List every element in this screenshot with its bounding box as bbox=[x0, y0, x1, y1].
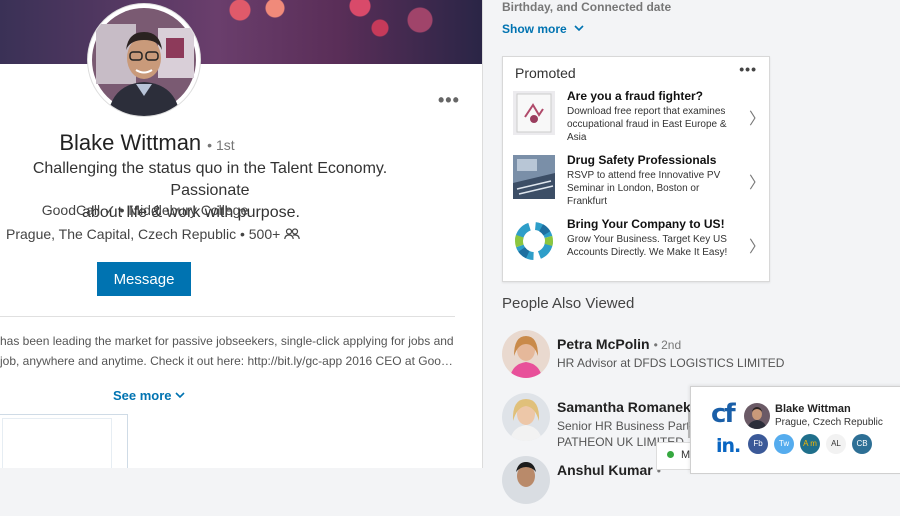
cover-image bbox=[0, 0, 482, 64]
more-actions-button[interactable]: ••• bbox=[438, 90, 460, 111]
people-also-viewed-title: People Also Viewed bbox=[502, 295, 635, 312]
promoted-title: Promoted bbox=[515, 65, 576, 81]
ad-body: Download free report that examines occup… bbox=[567, 106, 727, 143]
profile-company[interactable]: GoodCall ✓ • Middlebury College bbox=[0, 202, 290, 219]
messaging-label: M bbox=[681, 449, 691, 461]
ad-thumbnail-ring-logo bbox=[515, 222, 553, 260]
summary-line-2: job, anywhere and anytime. Check it out … bbox=[0, 354, 453, 368]
widget-location: Prague, Czech Republic bbox=[775, 417, 883, 428]
angellist-m-icon[interactable]: A m bbox=[800, 434, 820, 454]
widget-name: Blake Wittman bbox=[775, 403, 851, 415]
person-name: Samantha Romanek bbox=[557, 399, 691, 415]
angellist-icon[interactable]: AL bbox=[826, 434, 846, 454]
ad-item[interactable]: Are you a fraud fighter? Download free r… bbox=[513, 89, 766, 149]
avatar-photo bbox=[92, 8, 196, 116]
ad-item[interactable]: Bring Your Company to US! Grow Your Busi… bbox=[513, 217, 766, 277]
profile-card: ••• Blake Wittman • 1st Challenging the s… bbox=[0, 0, 483, 468]
person-degree: • 2nd bbox=[653, 338, 682, 352]
message-button[interactable]: Message bbox=[97, 262, 191, 296]
ad-body: Grow Your Business. Target Key US Accoun… bbox=[567, 234, 728, 258]
chevron-down-icon bbox=[175, 392, 185, 399]
person-name-row: Petra McPolin • 2nd bbox=[557, 336, 681, 352]
contact-info-text: Birthday, and Connected date bbox=[502, 0, 672, 14]
crunchbase-icon[interactable]: CB bbox=[852, 434, 872, 454]
name-row: Blake Wittman • 1st bbox=[0, 130, 294, 156]
profile-location: Prague, The Capital, Czech Republic bbox=[6, 226, 237, 242]
summary-line-1: has been leading the market for passive … bbox=[0, 334, 454, 348]
person-name: Anshul Kumar bbox=[557, 462, 653, 478]
person-name-row: Samantha Romanek• bbox=[557, 399, 699, 415]
ad-thumbnail-keyboard bbox=[513, 155, 555, 199]
headline-line-1: Challenging the status quo in the Talent… bbox=[32, 160, 388, 199]
person-name: Petra McPolin bbox=[557, 336, 650, 352]
person-avatar bbox=[502, 393, 550, 441]
chevron-right-icon: 〉 bbox=[749, 175, 766, 192]
chevron-down-icon bbox=[574, 25, 584, 32]
person-title: Senior HR Business Partr bbox=[557, 419, 694, 433]
person-title: HR Advisor at DFDS LOGISTICS LIMITED bbox=[557, 356, 785, 370]
profile-name: Blake Wittman bbox=[59, 130, 202, 155]
person-item[interactable]: Petra McPolin • 2nd HR Advisor at DFDS LO… bbox=[502, 330, 882, 390]
see-more-label: See more bbox=[113, 388, 172, 403]
online-status-dot bbox=[667, 451, 674, 458]
profile-location-row: Prague, The Capital, Czech Republic • 50… bbox=[6, 226, 301, 242]
widget-avatar bbox=[744, 403, 770, 429]
twitter-icon[interactable]: Tw bbox=[774, 434, 794, 454]
cf-logo: cf bbox=[711, 399, 736, 429]
ad-body: RSVP to attend free Innovative PV Semina… bbox=[567, 170, 721, 207]
show-more-label: Show more bbox=[502, 22, 567, 36]
facebook-icon[interactable]: Fb bbox=[748, 434, 768, 454]
promoted-panel: Promoted ••• Are you a fraud fighter? Do… bbox=[502, 56, 770, 282]
contact-finder-widget: cf Blake Wittman Prague, Czech Republic … bbox=[690, 386, 900, 474]
connections-count[interactable]: • 500+ bbox=[240, 226, 280, 242]
ad-headline: Bring Your Company to US! bbox=[567, 217, 725, 231]
ad-headline: Drug Safety Professionals bbox=[567, 153, 717, 167]
show-more-link[interactable]: Show more bbox=[502, 22, 584, 36]
connections-icon bbox=[284, 228, 301, 240]
chevron-right-icon: 〉 bbox=[749, 111, 766, 128]
see-more-link[interactable]: See more bbox=[113, 388, 185, 403]
person-avatar bbox=[502, 330, 550, 378]
linkedin-icon[interactable]: in. bbox=[716, 435, 741, 457]
connection-degree: • 1st bbox=[207, 137, 235, 153]
section-card-inner bbox=[2, 418, 112, 468]
person-avatar bbox=[502, 456, 550, 504]
ad-headline: Are you a fraud fighter? bbox=[567, 89, 704, 103]
ad-item[interactable]: Drug Safety Professionals RSVP to attend… bbox=[513, 153, 766, 213]
profile-summary: has been leading the market for passive … bbox=[0, 331, 460, 371]
person-name-row: Anshul Kumar • bbox=[557, 462, 661, 478]
profile-avatar[interactable] bbox=[88, 4, 200, 116]
ad-thumbnail-report bbox=[513, 91, 555, 135]
divider bbox=[0, 316, 455, 317]
promoted-menu-button[interactable]: ••• bbox=[739, 61, 757, 77]
chevron-right-icon: 〉 bbox=[749, 239, 766, 256]
